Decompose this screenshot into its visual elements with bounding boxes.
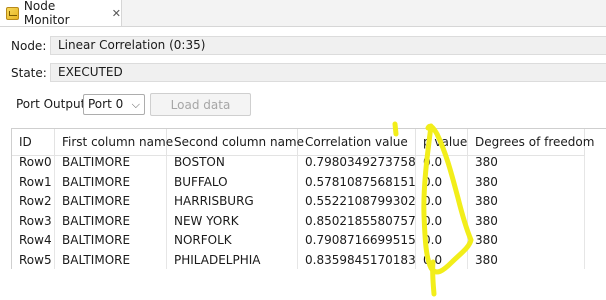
cell-degrees-of-freedom: 380 [475,194,498,209]
cell-correlation-value: 0.5522108799302454 [305,194,416,209]
cell-correlation-value: 0.7908716699515316 [305,233,416,248]
cell-p-value: 0.0 [423,233,443,248]
cell-degrees-of-freedom: 380 [475,174,498,189]
cell-degrees-of-freedom: 380 [475,253,498,267]
cell-correlation-value: 0.8359845170183914 [305,253,416,267]
table-row[interactable]: Row1 BALTIMORE BUFFALO 0.5781087568151742 0.… [12,173,606,192]
port-select[interactable]: Port 0 ⌵ [83,94,145,115]
cell-degrees-of-freedom: 380 [475,155,498,169]
table-row[interactable]: Row2 BALTIMORE HARRISBURG 0.552210879930245… [12,192,606,211]
cell-second-column-name: NEW YORK [174,213,239,228]
cell-id: Row5 [19,253,52,267]
port-output-label: Port Output [16,97,86,111]
table-row[interactable]: Row4 BALTIMORE NORFOLK 0.7908716699515316 0.… [12,231,606,250]
node-value: Linear Correlation (0:35) [50,36,606,55]
cell-second-column-name: PHILADELPHIA [174,253,261,267]
cell-p-value: 0.0 [423,194,443,209]
column-header-correlation-value[interactable]: Correlation value [298,129,416,156]
cell-id: Row3 [19,213,52,228]
state-value: EXECUTED [50,63,606,82]
cell-correlation-value: 0.8502185580757977 [305,213,416,228]
cell-id: Row4 [19,233,52,248]
column-header-second-column-name[interactable]: Second column name [167,129,304,156]
cell-first-column-name: BALTIMORE [62,233,131,248]
table-row[interactable]: Row5 BALTIMORE PHILADELPHIA 0.8359845170183… [12,251,606,269]
table-row[interactable]: Row3 BALTIMORE NEW YORK 0.8502185580757977 0… [12,212,606,231]
node-monitor-icon [6,6,19,20]
cell-first-column-name: BALTIMORE [62,155,131,169]
load-data-button[interactable]: Load data [150,93,251,116]
cell-correlation-value: 0.7980349273758208 [305,155,416,169]
column-header-p-value[interactable]: p value [416,129,468,156]
cell-p-value: 0.0 [423,253,443,267]
cell-second-column-name: BOSTON [174,155,225,169]
node-label: Node: [11,39,47,53]
cell-p-value: 0.0 [423,174,443,189]
cell-p-value: 0.0 [423,155,443,169]
tab-node-monitor[interactable]: Node Monitor ✕ [0,0,122,27]
cell-id: Row1 [19,174,52,189]
cell-first-column-name: BALTIMORE [62,253,131,267]
chevron-down-icon: ⌵ [131,98,140,111]
state-label: State: [11,66,47,80]
cell-second-column-name: NORFOLK [174,233,232,248]
cell-first-column-name: BALTIMORE [62,213,131,228]
results-table: ID First column name Second column name … [11,128,606,269]
cell-degrees-of-freedom: 380 [475,233,498,248]
cell-first-column-name: BALTIMORE [62,194,131,209]
column-header-id[interactable]: ID [12,129,55,156]
tab-strip: Node Monitor ✕ [0,0,606,27]
column-header-degrees-of-freedom[interactable]: Degrees of freedom [468,129,594,156]
cell-correlation-value: 0.5781087568151742 [305,174,416,189]
cell-first-column-name: BALTIMORE [62,174,131,189]
port-select-value: Port 0 [88,97,124,111]
close-icon[interactable]: ✕ [112,7,121,20]
tab-title: Node Monitor [23,0,70,27]
cell-second-column-name: HARRISBURG [174,194,254,209]
table-row[interactable]: Row0 BALTIMORE BOSTON 0.7980349273758208 0.0… [12,153,606,172]
cell-p-value: 0.0 [423,213,443,228]
column-header-first-column-name[interactable]: First column name [55,129,173,156]
cell-degrees-of-freedom: 380 [475,213,498,228]
cell-id: Row2 [19,194,52,209]
cell-id: Row0 [19,155,52,169]
cell-second-column-name: BUFFALO [174,174,228,189]
